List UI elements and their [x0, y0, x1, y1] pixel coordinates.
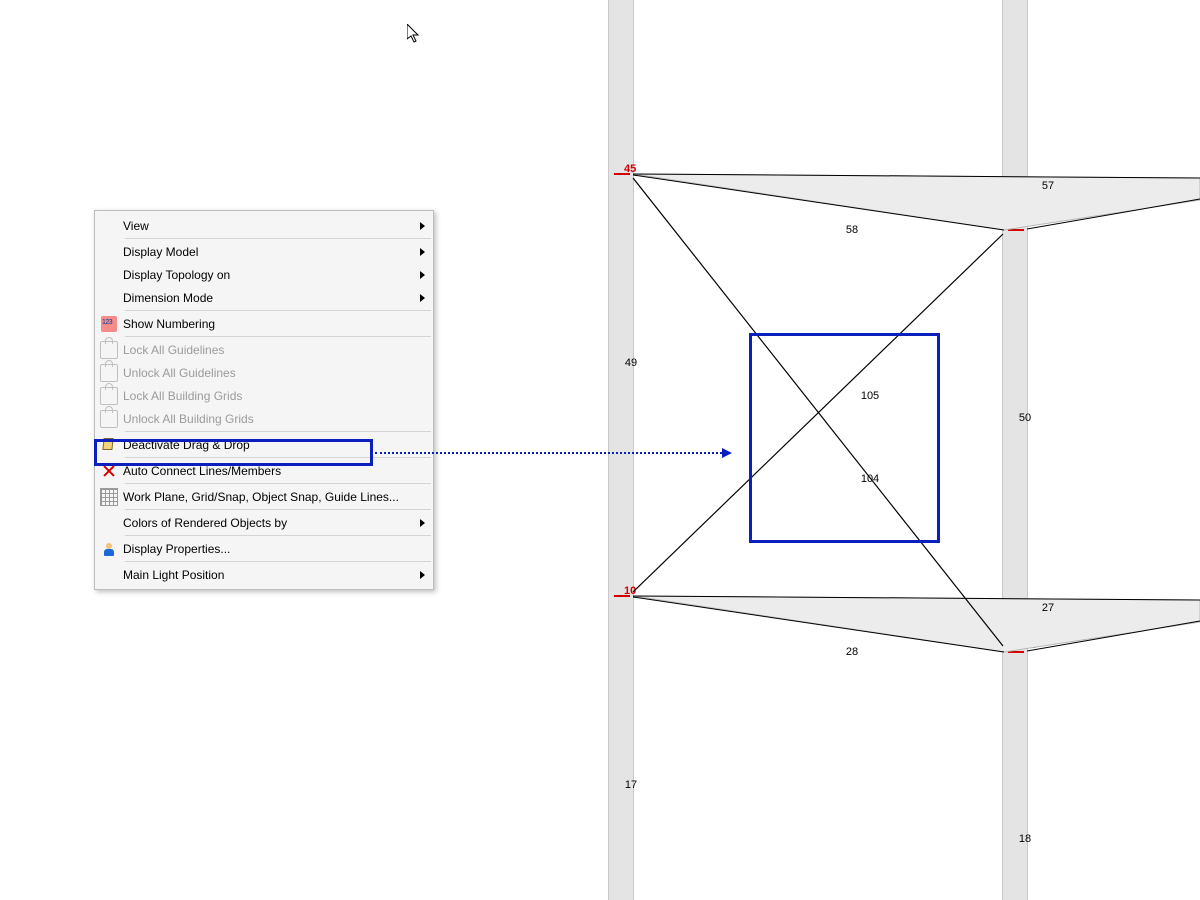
- member-57-label: 57: [1042, 180, 1054, 192]
- menu-separator: [125, 457, 431, 458]
- lock-icon: [95, 341, 123, 359]
- menu-auto-connect[interactable]: Auto Connect Lines/Members: [95, 459, 433, 482]
- numbers-icon: [95, 316, 123, 332]
- submenu-arrow-icon: [420, 248, 425, 256]
- member-27-label: 27: [1042, 602, 1054, 614]
- menu-separator: [125, 431, 431, 432]
- menu-separator: [125, 509, 431, 510]
- menu-separator: [125, 561, 431, 562]
- menu-lock-guidelines[interactable]: Lock All Guidelines: [95, 338, 433, 361]
- menu-unlock-guidelines-label: Unlock All Guidelines: [123, 366, 433, 380]
- menu-unlock-building-grids[interactable]: Unlock All Building Grids: [95, 407, 433, 430]
- menu-work-plane-label: Work Plane, Grid/Snap, Object Snap, Guid…: [123, 490, 433, 504]
- menu-display-topology[interactable]: Display Topology on: [95, 263, 433, 286]
- column-member-right[interactable]: [1002, 0, 1028, 900]
- node-46-label: 46: [1024, 217, 1036, 229]
- node-45-label: 45: [624, 163, 636, 175]
- member-28-label: 28: [846, 646, 858, 658]
- menu-unlock-building-grids-label: Unlock All Building Grids: [123, 412, 433, 426]
- menu-show-numbering[interactable]: Show Numbering: [95, 312, 433, 335]
- menu-work-plane[interactable]: Work Plane, Grid/Snap, Object Snap, Guid…: [95, 485, 433, 508]
- menu-display-properties[interactable]: Display Properties...: [95, 537, 433, 560]
- menu-display-model-label: Display Model: [123, 245, 433, 259]
- node-46-marker[interactable]: [1008, 229, 1024, 231]
- unlock-icon: [95, 364, 123, 382]
- menu-dimension-mode[interactable]: Dimension Mode: [95, 286, 433, 309]
- person-icon: [95, 541, 123, 557]
- grid-icon: [95, 488, 123, 506]
- menu-display-properties-label: Display Properties...: [123, 542, 433, 556]
- column-member-left[interactable]: [608, 0, 634, 900]
- submenu-arrow-icon: [420, 222, 425, 230]
- submenu-arrow-icon: [420, 571, 425, 579]
- submenu-arrow-icon: [420, 271, 425, 279]
- member-17-label: 17: [625, 779, 637, 791]
- menu-lock-guidelines-label: Lock All Guidelines: [123, 343, 433, 357]
- node-11-label: 11: [1024, 639, 1036, 651]
- menu-colors-rendered[interactable]: Colors of Rendered Objects by: [95, 511, 433, 534]
- menu-deactivate-drag-drop-label: Deactivate Drag & Drop: [123, 438, 433, 452]
- menu-unlock-guidelines[interactable]: Unlock All Guidelines: [95, 361, 433, 384]
- menu-dimension-mode-label: Dimension Mode: [123, 291, 433, 305]
- submenu-arrow-icon: [420, 294, 425, 302]
- menu-separator: [125, 310, 431, 311]
- menu-separator: [125, 238, 431, 239]
- menu-separator: [125, 483, 431, 484]
- menu-main-light-position-label: Main Light Position: [123, 568, 433, 582]
- callout-arrow: [375, 452, 730, 454]
- canvas-context-menu[interactable]: View Display Model Display Topology on D…: [94, 210, 434, 590]
- menu-display-model[interactable]: Display Model: [95, 240, 433, 263]
- menu-main-light-position[interactable]: Main Light Position: [95, 563, 433, 586]
- menu-view[interactable]: View: [95, 214, 433, 237]
- x-icon: [95, 463, 123, 479]
- menu-lock-building-grids-label: Lock All Building Grids: [123, 389, 433, 403]
- selection-rectangle: [749, 333, 940, 543]
- lock-icon: [95, 387, 123, 405]
- menu-lock-building-grids[interactable]: Lock All Building Grids: [95, 384, 433, 407]
- node-10-label: 10: [624, 585, 636, 597]
- menu-colors-rendered-label: Colors of Rendered Objects by: [123, 516, 433, 530]
- member-18-label: 18: [1019, 833, 1031, 845]
- menu-auto-connect-label: Auto Connect Lines/Members: [123, 464, 433, 478]
- submenu-arrow-icon: [420, 519, 425, 527]
- node-11-marker[interactable]: [1008, 651, 1024, 653]
- unlock-icon: [95, 410, 123, 428]
- member-50-label: 50: [1019, 412, 1031, 424]
- menu-separator: [125, 535, 431, 536]
- menu-show-numbering-label: Show Numbering: [123, 317, 433, 331]
- member-58-label: 58: [846, 224, 858, 236]
- menu-view-label: View: [123, 219, 433, 233]
- menu-separator: [125, 336, 431, 337]
- member-49-label: 49: [625, 357, 637, 369]
- menu-display-topology-label: Display Topology on: [123, 268, 433, 282]
- cursor-icon: [95, 437, 123, 453]
